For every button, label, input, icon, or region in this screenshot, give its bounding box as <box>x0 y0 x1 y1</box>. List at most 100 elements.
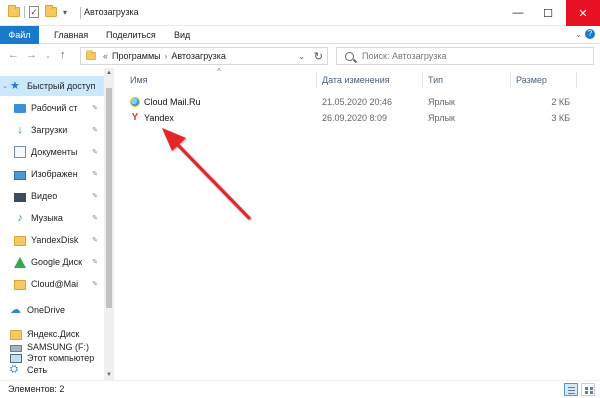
google-drive-icon <box>14 256 26 268</box>
scroll-up-icon[interactable]: ▲ <box>104 70 114 76</box>
navigation-pane: ⌄ ★ Быстрый доступ Рабочий ст ✎ ↓ Загруз… <box>0 68 114 380</box>
close-button[interactable]: ✕ <box>566 0 600 26</box>
star-icon: ★ <box>10 80 20 92</box>
scroll-down-icon[interactable]: ▼ <box>104 372 114 378</box>
yandex-icon: Y <box>131 112 139 123</box>
address-dropdown-icon[interactable]: ⌄ <box>298 52 305 61</box>
breadcrumb-autostart[interactable]: Автозагрузка <box>171 51 226 61</box>
search-box[interactable]: Поиск: Автозагрузка <box>336 47 594 65</box>
refresh-icon[interactable]: ↻ <box>314 50 323 63</box>
nav-item-label: Документы <box>31 147 78 157</box>
status-bar: Элементов: 2 <box>0 380 600 398</box>
tab-share[interactable]: Поделиться <box>98 26 164 44</box>
recent-locations-icon[interactable]: ⌄ <box>45 52 51 60</box>
column-divider[interactable] <box>576 72 577 88</box>
file-date: 21.05.2020 20:46 <box>322 97 393 107</box>
file-size: 3 КБ <box>551 113 570 123</box>
downloads-icon: ↓ <box>17 124 23 136</box>
up-button[interactable]: ↑ <box>60 49 66 61</box>
new-folder-icon[interactable] <box>45 5 57 17</box>
pin-icon: ✎ <box>92 171 98 178</box>
window-title: Автозагрузка <box>84 7 139 17</box>
nav-item-label: Быстрый доступ <box>27 81 96 91</box>
column-divider[interactable] <box>510 72 511 88</box>
nav-item-downloads[interactable]: ↓ Загрузки ✎ <box>0 120 104 140</box>
nav-item-desktop[interactable]: Рабочий ст ✎ <box>0 98 104 118</box>
nav-item-onedrive[interactable]: ☁ OneDrive <box>0 300 104 320</box>
toolbar-divider <box>24 6 25 18</box>
quick-access-toolbar: ✓ ▾ <box>8 5 67 18</box>
column-header-date[interactable]: Дата изменения <box>322 72 390 88</box>
music-icon: ♪ <box>17 212 23 224</box>
nav-item-pictures[interactable]: Изображен ✎ <box>0 164 104 184</box>
breadcrumb-separator[interactable]: › <box>165 52 168 61</box>
nav-item-quick-access[interactable]: ⌄ ★ Быстрый доступ <box>0 76 104 96</box>
item-count: Элементов: 2 <box>8 384 65 394</box>
nav-item-label: Загрузки <box>31 125 68 135</box>
nav-item-samsung-drive[interactable]: SAMSUNG (F:) <box>0 337 104 357</box>
file-name: Yandex <box>144 113 174 123</box>
pictures-icon <box>14 170 26 180</box>
file-list: Имя ^ Дата изменения Тип Размер Cloud Ma… <box>114 67 600 380</box>
large-icons-view-button[interactable] <box>581 383 595 396</box>
nav-item-network[interactable]: ⛭ Сеть <box>0 361 104 379</box>
pin-icon: ✎ <box>92 127 98 134</box>
tab-home[interactable]: Главная <box>46 26 96 44</box>
minimize-button[interactable]: — <box>504 0 532 26</box>
file-row[interactable]: Cloud Mail.Ru 21.05.2020 20:46 Ярлык 2 К… <box>124 94 590 110</box>
nav-item-label: Cloud@Mai <box>31 279 79 289</box>
address-row: ← → ⌄ ↑ « Программы › Автозагрузка ⌄ ↻ П… <box>0 44 600 68</box>
breadcrumb-overflow[interactable]: « <box>103 51 108 61</box>
address-bar[interactable]: « Программы › Автозагрузка ⌄ ↻ <box>80 47 328 65</box>
tab-view[interactable]: Вид <box>166 26 198 44</box>
nav-item-yandexdisk[interactable]: YandexDisk ✎ <box>0 230 104 250</box>
file-row[interactable]: Y Yandex 26.09.2020 8:09 Ярлык 3 КБ <box>124 110 590 126</box>
pin-icon: ✎ <box>92 259 98 266</box>
nav-item-video[interactable]: Видео ✎ <box>0 186 104 206</box>
cloud-mail-folder-icon <box>14 280 26 290</box>
nav-item-label: SAMSUNG (F:) <box>27 342 89 352</box>
pin-icon: ✎ <box>92 215 98 222</box>
help-icon[interactable]: ? <box>585 29 595 39</box>
column-divider[interactable] <box>316 72 317 88</box>
nav-item-label: Сеть <box>27 365 48 375</box>
nav-item-label: Google Диск <box>31 257 83 267</box>
search-placeholder: Поиск: Автозагрузка <box>362 51 447 61</box>
file-type: Ярлык <box>428 97 455 107</box>
column-header-size[interactable]: Размер <box>516 72 547 88</box>
properties-icon[interactable]: ✓ <box>29 6 39 18</box>
collapse-icon[interactable]: ⌄ <box>0 82 10 90</box>
file-name: Cloud Mail.Ru <box>144 97 201 107</box>
tab-file[interactable]: Файл <box>0 26 39 44</box>
nav-item-label: Видео <box>31 191 58 201</box>
title-divider <box>80 7 81 19</box>
maximize-button[interactable]: ☐ <box>534 0 562 26</box>
nav-item-label: Музыка <box>31 213 63 223</box>
expand-ribbon-icon[interactable]: ⌄ <box>575 30 582 39</box>
folder-icon[interactable] <box>8 5 20 17</box>
forward-button[interactable]: → <box>26 49 37 61</box>
details-view-button[interactable] <box>564 383 578 396</box>
breadcrumb-programs[interactable]: Программы <box>112 51 161 61</box>
nav-item-google-drive[interactable]: Google Диск ✎ <box>0 252 104 272</box>
nav-item-documents[interactable]: Документы ✎ <box>0 142 104 162</box>
network-icon: ⛭ <box>10 364 18 375</box>
documents-icon <box>14 146 26 158</box>
column-header-type[interactable]: Тип <box>428 72 443 88</box>
file-date: 26.09.2020 8:09 <box>322 113 388 123</box>
back-button[interactable]: ← <box>8 49 19 61</box>
column-header-name[interactable]: Имя <box>130 72 148 88</box>
scrollbar-thumb[interactable] <box>106 88 112 308</box>
nav-scrollbar[interactable]: ▲ ▼ <box>104 68 114 380</box>
nav-item-music[interactable]: ♪ Музыка ✎ <box>0 208 104 228</box>
folder-icon <box>86 50 96 60</box>
pin-icon: ✎ <box>92 149 98 156</box>
title-bar: ✓ ▾ Автозагрузка — ☐ ✕ <box>0 0 600 26</box>
column-divider[interactable] <box>422 72 423 88</box>
ribbon-tabs: Файл Главная Поделиться Вид ⌄ ? <box>0 26 600 44</box>
dropdown-icon[interactable]: ▾ <box>63 8 67 17</box>
pin-icon: ✎ <box>92 237 98 244</box>
file-name-cell: Y Yandex <box>130 110 174 126</box>
nav-item-label: Рабочий ст <box>31 103 78 113</box>
nav-item-cloud-mail[interactable]: Cloud@Mai ✎ <box>0 274 104 294</box>
